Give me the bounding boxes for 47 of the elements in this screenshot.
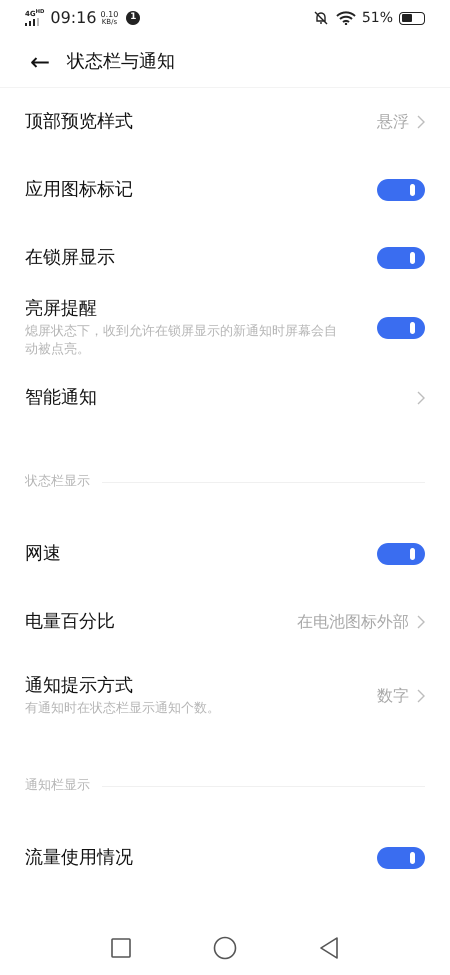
setting-label: 流量使用情况 <box>25 846 134 870</box>
setting-row[interactable]: 顶部预览样式 悬浮 <box>0 88 450 156</box>
setting-row[interactable]: 智能通知 <box>0 364 450 432</box>
section-header: 状态栏显示 <box>25 473 90 492</box>
setting-label: 亮屏提醒 <box>25 297 98 321</box>
setting-row[interactable]: 应用图标标记 <box>0 156 450 224</box>
notification-badge: 1 <box>126 11 140 25</box>
setting-row[interactable]: 在锁屏显示 <box>0 224 450 292</box>
setting-label: 网速 <box>25 542 62 566</box>
setting-label: 电量百分比 <box>25 610 116 634</box>
chevron-right-icon <box>417 689 425 703</box>
battery-icon <box>399 12 425 24</box>
setting-label: 通知提示方式 <box>25 674 134 698</box>
chevron-right-icon <box>417 391 425 405</box>
chevron-right-icon <box>417 115 425 129</box>
battery-percent: 51% <box>362 8 393 28</box>
setting-value: 数字 <box>377 685 409 707</box>
muted-bell-icon <box>314 11 328 25</box>
section-header: 通知栏显示 <box>25 777 90 796</box>
network-speed: 0.10 <box>100 10 118 18</box>
setting-label: 在锁屏显示 <box>25 246 116 270</box>
back-icon[interactable] <box>319 937 339 959</box>
wifi-icon <box>336 11 356 25</box>
toggle-switch[interactable] <box>377 247 425 269</box>
toggle-switch[interactable] <box>377 179 425 201</box>
setting-value: 悬浮 <box>377 111 409 133</box>
home-icon[interactable] <box>213 936 237 960</box>
setting-row[interactable]: 电量百分比 在电池图标外部 <box>0 588 450 656</box>
toggle-switch[interactable] <box>377 543 425 565</box>
back-button[interactable]: ← <box>25 50 55 74</box>
setting-row[interactable]: 流量使用情况 <box>0 824 450 892</box>
setting-label: 顶部预览样式 <box>25 110 134 134</box>
setting-row[interactable]: 亮屏提醒 熄屏状态下，收到允许在锁屏显示的新通知时屏幕会自动被点亮。 <box>0 292 450 364</box>
setting-value: 在电池图标外部 <box>297 611 409 633</box>
toggle-switch[interactable] <box>377 847 425 869</box>
clock: 09:16 <box>50 7 96 29</box>
setting-label: 应用图标标记 <box>25 178 134 202</box>
signal-icon <box>25 18 39 26</box>
recent-apps-icon[interactable] <box>111 938 131 958</box>
setting-description: 有通知时在状态栏显示通知个数。 <box>25 700 221 718</box>
setting-description: 熄屏状态下，收到允许在锁屏显示的新通知时屏幕会自动被点亮。 <box>25 323 338 359</box>
setting-row[interactable]: 通知提示方式 有通知时在状态栏显示通知个数。 数字 <box>0 656 450 736</box>
chevron-right-icon <box>417 615 425 629</box>
page-title: 状态栏与通知 <box>67 50 175 74</box>
setting-label: 智能通知 <box>25 386 98 410</box>
setting-row[interactable]: 网速 <box>0 520 450 588</box>
toggle-switch[interactable] <box>377 317 425 339</box>
